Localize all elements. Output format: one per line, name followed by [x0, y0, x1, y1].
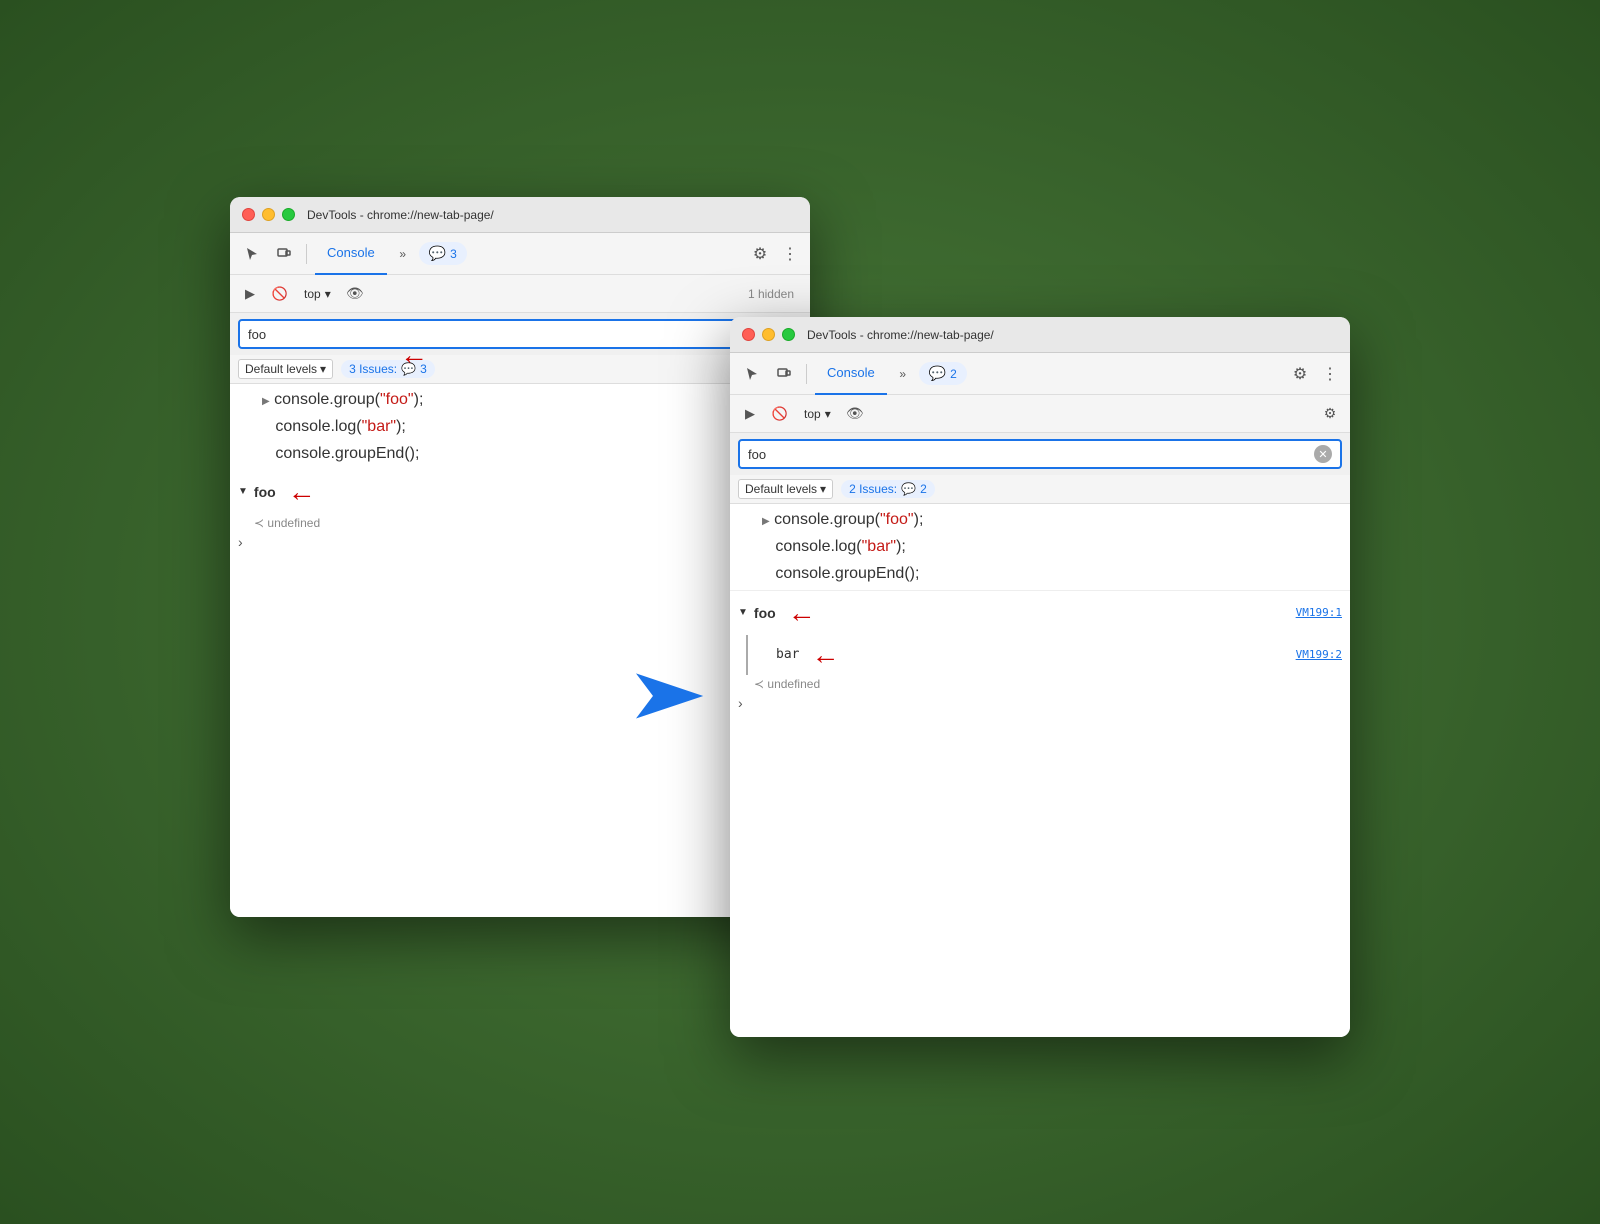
red-arrow-bar-right: ← [811, 639, 839, 671]
cursor-icon-right[interactable] [738, 360, 766, 388]
minimize-button-right[interactable] [762, 328, 775, 341]
more-tabs-icon[interactable]: » [391, 242, 415, 266]
left-group-row: ▼ foo ← VM111 [230, 470, 810, 514]
settings-icon-right[interactable]: ⚙ [1286, 360, 1314, 388]
group-label-left: foo [254, 484, 276, 500]
message-badge-right: 💬 2 [919, 362, 967, 385]
group-label-right: foo [754, 605, 776, 621]
left-devtools-window: DevTools - chrome://new-tab-page/ [230, 197, 810, 917]
left-main-toolbar: Console » 💬 3 ⚙ ⋮ [230, 233, 810, 275]
left-title-bar: DevTools - chrome://new-tab-page/ [230, 197, 810, 233]
cursor-icon[interactable] [238, 240, 266, 268]
search-clear-right[interactable]: ✕ [1314, 445, 1332, 463]
eye-icon-left[interactable]: 👁 [343, 282, 367, 306]
right-main-toolbar: Console » 💬 2 ⚙ ⋮ [730, 353, 1350, 395]
code-line-3: console.groupEnd(); [262, 440, 802, 467]
right-code-line-2: console.log("bar"); [762, 533, 1342, 560]
gear-icon-right[interactable]: ⚙ [1318, 402, 1342, 426]
top-dropdown-left[interactable]: top ▾ [298, 284, 337, 304]
device-icon[interactable] [270, 240, 298, 268]
chat-icon-left: 💬 [429, 245, 446, 262]
toolbar-separator [306, 244, 307, 264]
default-levels-right[interactable]: Default levels ▾ [738, 479, 833, 499]
right-undefined-line: ≺ undefined [730, 675, 1350, 693]
toolbar-separator-right [806, 364, 807, 384]
right-console-body: ▶ console.group("foo"); console.log("bar… [730, 504, 1350, 1037]
red-arrow-search-left: ← [400, 339, 428, 371]
close-button-left[interactable] [242, 208, 255, 221]
left-filter-bar: Default levels ▾ 3 Issues: 💬 3 [230, 355, 810, 384]
bar-label-right: bar [776, 647, 799, 662]
left-search-bar[interactable]: ✕ [238, 319, 802, 349]
right-search-bar[interactable]: ✕ [738, 439, 1342, 469]
close-button-right[interactable] [742, 328, 755, 341]
levels-chevron-left: ▾ [320, 362, 326, 376]
console-tab-left[interactable]: Console [315, 233, 387, 275]
three-dots-left[interactable]: ⋮ [778, 242, 802, 266]
expand-icon-left[interactable]: ▶ [262, 396, 270, 407]
red-arrow-group-right: ← [788, 597, 816, 629]
search-input-left[interactable] [248, 327, 768, 342]
right-group-row: ▼ foo ← VM199:1 [730, 590, 1350, 635]
red-arrow-group-left: ← [288, 476, 316, 508]
left-prompt[interactable]: › [230, 532, 810, 552]
right-console-toolbar2: ▶ 🚫 top ▾ 👁 ⚙ [730, 395, 1350, 433]
minimize-button-left[interactable] [262, 208, 275, 221]
settings-icon-left[interactable]: ⚙ [746, 240, 774, 268]
left-console-body: ▶ console.group("foo"); console.log("bar… [230, 384, 810, 917]
left-code-block: ▶ console.group("foo"); console.log("bar… [230, 384, 810, 470]
traffic-lights-left [242, 208, 295, 221]
console-tab-right[interactable]: Console [815, 353, 887, 395]
expand-icon-right[interactable]: ▶ [762, 516, 770, 527]
more-tabs-icon-right[interactable]: » [891, 362, 915, 386]
maximize-button-right[interactable] [782, 328, 795, 341]
levels-chevron-right: ▾ [820, 482, 826, 496]
traffic-lights-right [742, 328, 795, 341]
eye-icon-right[interactable]: 👁 [843, 402, 867, 426]
chevron-down-icon-left: ▾ [325, 287, 331, 301]
no-icon-right[interactable]: 🚫 [768, 402, 792, 426]
chat-icon-right: 💬 [929, 365, 946, 382]
search-input-right[interactable] [748, 447, 1308, 462]
chevron-down-icon-right: ▾ [825, 407, 831, 421]
right-window-content: Console » 💬 2 ⚙ ⋮ ▶ 🚫 top ▾ 👁 ⚙ [730, 353, 1350, 1037]
left-window-content: Console » 💬 3 ⚙ ⋮ ▶ 🚫 top ▾ 👁 1 hi [230, 233, 810, 917]
group-chevron-right[interactable]: ▼ [738, 607, 748, 618]
right-code-line-1: ▶ console.group("foo"); [762, 506, 1342, 533]
top-dropdown-right[interactable]: top ▾ [798, 404, 837, 424]
issues-badge-right[interactable]: 2 Issues: 💬 2 [841, 480, 935, 498]
maximize-button-left[interactable] [282, 208, 295, 221]
play-icon-right[interactable]: ▶ [738, 402, 762, 426]
issues-chat-icon-right: 💬 [901, 482, 916, 496]
left-undefined-line: ≺ undefined [230, 514, 810, 532]
right-title-bar: DevTools - chrome://new-tab-page/ [730, 317, 1350, 353]
right-bar-row: bar ← VM199:2 [746, 635, 1350, 675]
play-icon-left[interactable]: ▶ [238, 282, 262, 306]
hidden-count-left: 1 hidden [748, 287, 802, 301]
right-prompt[interactable]: › [730, 693, 1350, 713]
group-chevron-left[interactable]: ▼ [238, 486, 248, 497]
right-code-line-3: console.groupEnd(); [762, 560, 1342, 587]
code-line-1: ▶ console.group("foo"); [262, 386, 802, 413]
device-icon-right[interactable] [770, 360, 798, 388]
right-code-block: ▶ console.group("foo"); console.log("bar… [730, 504, 1350, 590]
right-devtools-window: DevTools - chrome://new-tab-page/ [730, 317, 1350, 1037]
no-icon-left[interactable]: 🚫 [268, 282, 292, 306]
message-badge-left: 💬 3 [419, 242, 467, 265]
code-line-2: console.log("bar"); [262, 413, 802, 440]
default-levels-left[interactable]: Default levels ▾ [238, 359, 333, 379]
right-filter-bar: Default levels ▾ 2 Issues: 💬 2 [730, 475, 1350, 504]
left-console-toolbar2: ▶ 🚫 top ▾ 👁 1 hidden [230, 275, 810, 313]
blue-arrow: ➤ [629, 657, 704, 732]
scene: DevTools - chrome://new-tab-page/ [200, 137, 1400, 1087]
vm-ref1-right[interactable]: VM199:1 [1296, 606, 1342, 619]
right-window-title: DevTools - chrome://new-tab-page/ [807, 328, 994, 342]
left-window-title: DevTools - chrome://new-tab-page/ [307, 208, 494, 222]
three-dots-right[interactable]: ⋮ [1318, 362, 1342, 386]
vm-ref2-right[interactable]: VM199:2 [1296, 648, 1342, 661]
